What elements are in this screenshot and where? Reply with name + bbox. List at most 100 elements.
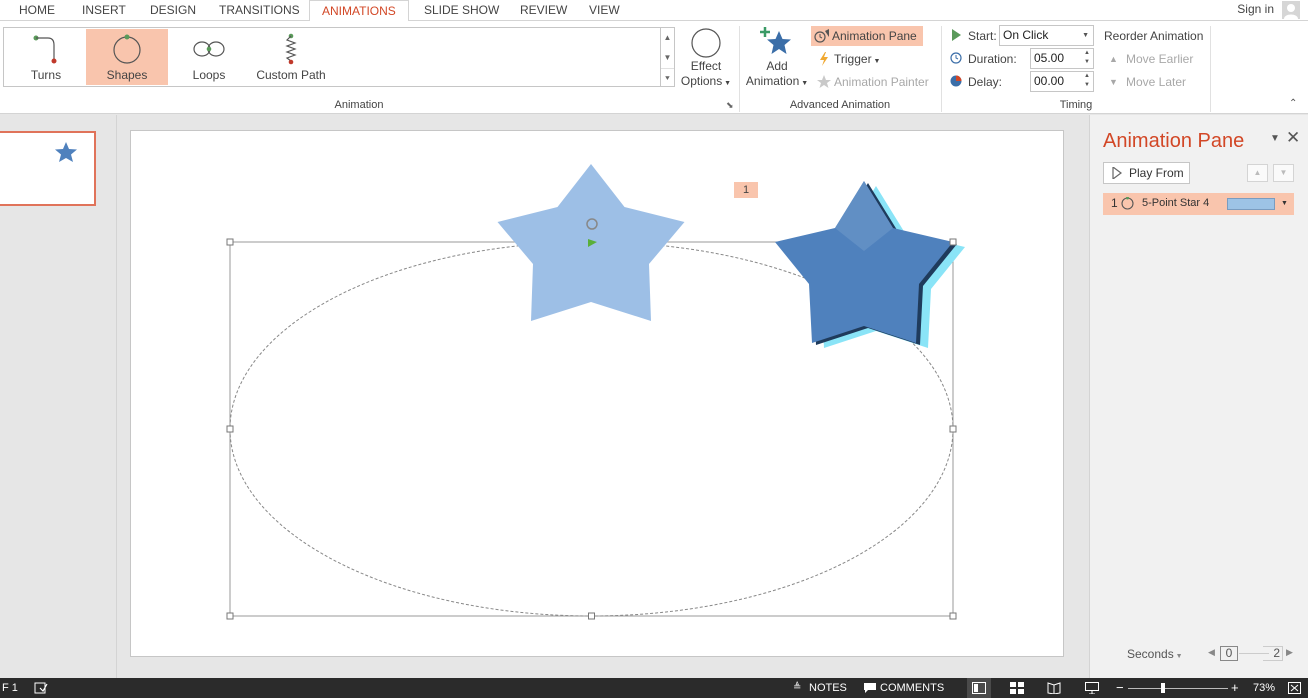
shapes-path-icon [113, 34, 141, 64]
normal-view-button[interactable] [967, 678, 991, 698]
timeline-start-tick: 0 [1220, 646, 1238, 661]
play-from-button[interactable]: Play From [1103, 162, 1190, 184]
custom-path-icon [285, 33, 297, 65]
add-animation-star-icon [760, 27, 791, 54]
timeline-end-tick: 2 [1263, 646, 1283, 661]
sign-in-link[interactable]: Sign in [1237, 0, 1274, 19]
spin-arrows-icon[interactable]: ▲ ▼ [1081, 49, 1093, 68]
seconds-dropdown[interactable]: Seconds ▼ [1127, 647, 1183, 661]
effect-options-button[interactable]: Effect Options ▼ [676, 27, 736, 95]
gallery-scrollbar: ▲ ▼ ⯆ [661, 27, 675, 87]
start-dropdown[interactable]: On Click ▼ [999, 25, 1094, 46]
zoom-slider-thumb[interactable] [1161, 683, 1165, 693]
gallery-item-turns[interactable]: Turns [5, 29, 87, 85]
chevron-down-icon: ▼ [1082, 32, 1089, 39]
timeline-left-icon[interactable]: ◀ [1208, 647, 1215, 658]
delay-clock-icon [950, 75, 962, 87]
move-earlier-button[interactable]: ▲ Move Earlier [1105, 49, 1193, 69]
fit-to-window-icon[interactable] [1288, 682, 1301, 694]
slide-canvas[interactable]: 1 [130, 130, 1064, 657]
effect-options-label-2: Options ▼ [680, 74, 732, 88]
notes-button[interactable]: NOTES [809, 678, 847, 698]
status-bar: F 1 ≜ NOTES COMMENTS − + 73% [0, 678, 1308, 698]
loops-path-icon [193, 41, 225, 57]
timeline-right-icon[interactable]: ▶ [1286, 647, 1293, 658]
dialog-launcher-icon[interactable]: ⬊ [726, 100, 734, 111]
animation-gallery: Turns Shapes Loops Custom Path [3, 27, 661, 87]
zoom-slider[interactable] [1128, 688, 1228, 689]
reorder-animation-label: Reorder Animation [1104, 29, 1204, 43]
scroll-up-icon[interactable]: ▲ [661, 28, 674, 48]
gallery-item-custom-path[interactable]: Custom Path [250, 29, 332, 85]
scroll-down-icon[interactable]: ▼ [661, 48, 674, 68]
duration-stepper[interactable]: 05.00 ▲ ▼ [1030, 48, 1094, 69]
tab-home[interactable]: HOME [19, 0, 55, 21]
slide-editing-area: 1 [118, 115, 1089, 678]
move-later-button[interactable]: ▼ Move Later [1105, 72, 1186, 92]
slide-sorter-icon[interactable] [1010, 682, 1024, 694]
zoom-level[interactable]: 73% [1253, 678, 1275, 698]
slide-show-icon[interactable] [1085, 682, 1099, 694]
gallery-item-loops[interactable]: Loops [168, 29, 250, 85]
gallery-item-label: Custom Path [256, 68, 326, 82]
tab-transitions[interactable]: TRANSITIONS [219, 0, 300, 21]
thumbnail-star-icon [55, 142, 77, 162]
comments-button[interactable]: COMMENTS [880, 678, 944, 698]
tab-review[interactable]: REVIEW [520, 0, 567, 21]
zoom-out-icon[interactable]: − [1116, 678, 1124, 698]
collapse-ribbon-icon[interactable]: ⌃ [1289, 98, 1297, 109]
duration-label: Duration: [968, 52, 1017, 66]
gallery-item-shapes[interactable]: Shapes [86, 29, 168, 85]
animation-pane-title: Animation Pane [1103, 130, 1245, 152]
animation-pane: Animation Pane ▼ ✕ Play From ▲ ▼ 1 5-Poi… [1089, 115, 1308, 678]
pane-options-icon[interactable]: ▼ [1270, 133, 1280, 144]
spell-check-icon[interactable] [34, 682, 48, 694]
gallery-item-label: Loops [192, 68, 226, 82]
animation-order-badge[interactable]: 1 [734, 182, 758, 198]
tab-slide-show[interactable]: SLIDE SHOW [424, 0, 499, 21]
tab-design[interactable]: DESIGN [150, 0, 196, 21]
spin-arrows-icon[interactable]: ▲ ▼ [1081, 72, 1093, 91]
gallery-expand-icon[interactable]: ⯆ [661, 68, 674, 88]
animation-pane-button[interactable]: Animation Pane [811, 26, 923, 46]
animation-group-label: Animation [334, 99, 384, 111]
duration-clock-icon [950, 52, 962, 64]
arrow-up-icon: ▲ [1109, 54, 1118, 64]
slide-graphics [226, 164, 965, 620]
slide-indicator[interactable]: F 1 [2, 678, 18, 698]
add-animation-button[interactable]: Add Animation ▼ [743, 25, 811, 95]
tab-view[interactable]: VIEW [589, 0, 620, 21]
play-icon [1112, 167, 1122, 179]
timeline-footer: Seconds ▼ ◀ 0 2 ▶ [1111, 645, 1301, 663]
delay-stepper[interactable]: 00.00 ▲ ▼ [1030, 71, 1094, 92]
zoom-in-icon[interactable]: + [1231, 678, 1239, 698]
pane-move-down-icon[interactable]: ▼ [1273, 164, 1294, 182]
lightning-icon [820, 52, 828, 66]
trigger-button[interactable]: Trigger ▼ [813, 49, 880, 69]
slide-thumbnail[interactable] [0, 131, 96, 206]
start-label: Start: [968, 29, 997, 43]
slide-thumbnail-pane [0, 115, 117, 678]
reading-view-icon[interactable] [1047, 682, 1061, 694]
comments-icon [864, 683, 876, 693]
advanced-animation-group-label: Advanced Animation [789, 99, 891, 111]
arrow-down-icon: ▼ [1109, 77, 1118, 87]
timing-group-label: Timing [1059, 99, 1093, 111]
motion-path-circle-icon [1121, 197, 1134, 210]
delay-label: Delay: [968, 75, 1003, 89]
timing-bar[interactable] [1227, 198, 1275, 210]
gallery-item-label: Turns [30, 68, 62, 82]
tab-animations[interactable]: ANIMATIONS [309, 0, 409, 22]
ribbon: Turns Shapes Loops Custom Path ▲ ▼ ⯆ Eff… [0, 21, 1308, 114]
animation-item-name: 5-Point Star 4 [1142, 197, 1210, 209]
tab-insert[interactable]: INSERT [82, 0, 126, 21]
animation-painter-button[interactable]: Animation Painter [813, 72, 929, 92]
notes-icon: ≜ [793, 682, 802, 693]
animation-pane-icon [814, 29, 829, 43]
user-avatar-icon[interactable] [1282, 1, 1300, 19]
animation-list-item[interactable]: 1 5-Point Star 4 ▼ [1103, 193, 1294, 215]
close-icon[interactable]: ✕ [1286, 128, 1300, 148]
chevron-down-icon[interactable]: ▼ [1281, 193, 1288, 214]
start-play-icon [952, 29, 961, 41]
pane-move-up-icon[interactable]: ▲ [1247, 164, 1268, 182]
